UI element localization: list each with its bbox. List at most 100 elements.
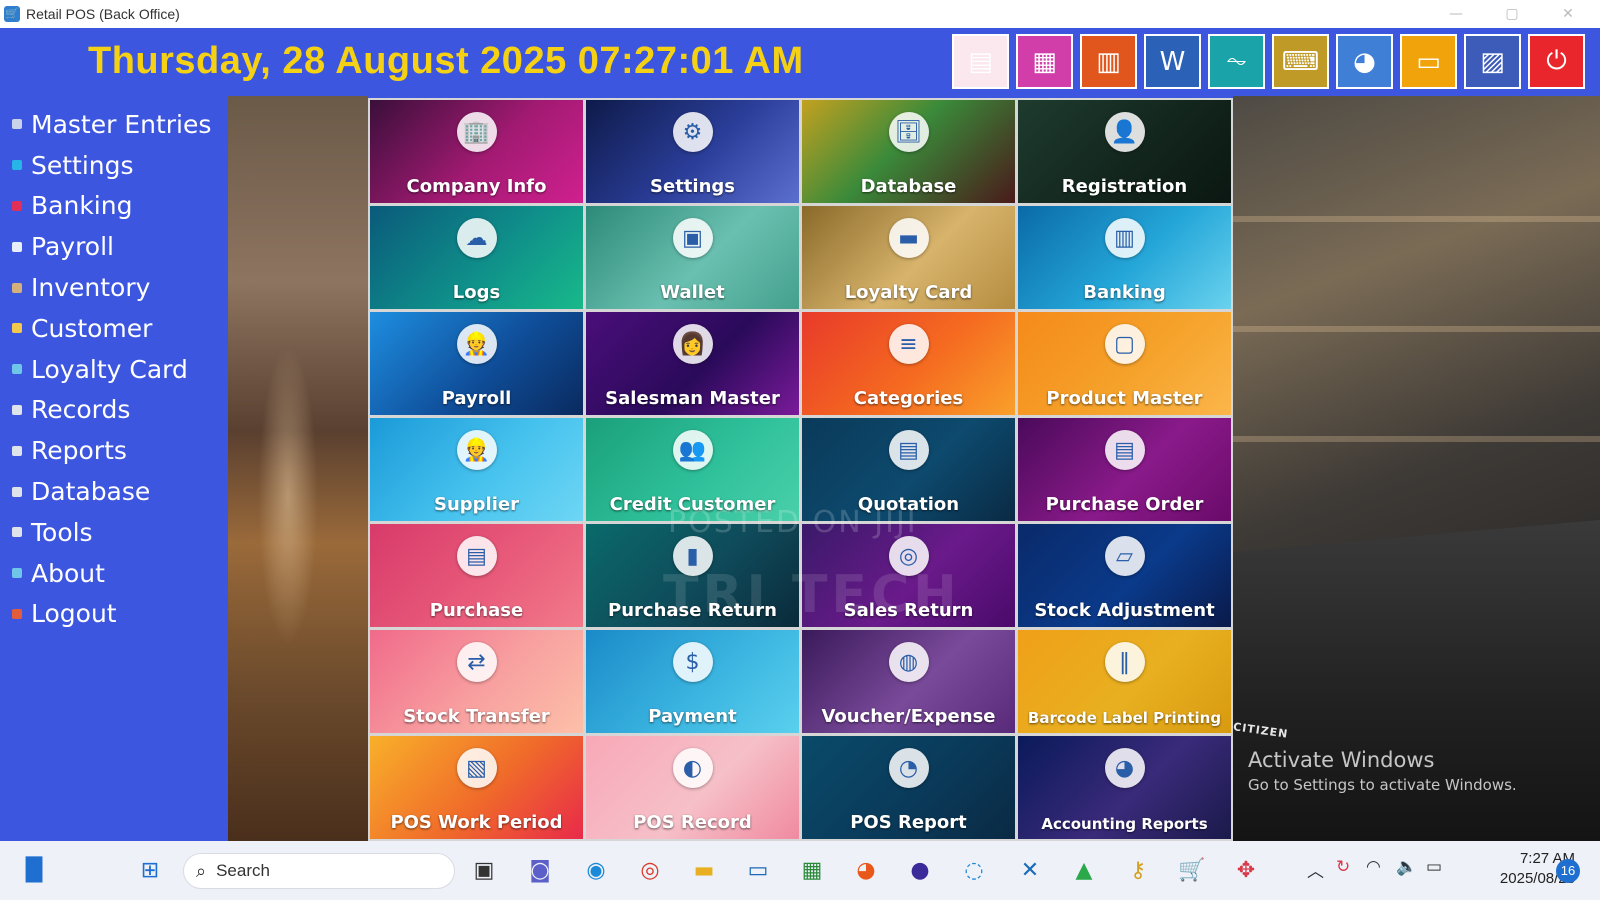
tile-supplier[interactable]: 👷 Supplier [370,418,583,521]
tile-logs[interactable]: ☁ Logs [370,206,583,309]
menu-bullet-icon [12,486,22,497]
file-explorer-icon[interactable]: ▬ [686,852,722,888]
menu-bullet-icon [12,282,22,293]
tile-database[interactable]: 🗄 Database [802,100,1015,203]
presentation-button[interactable]: ▭ [1400,34,1457,89]
payment-icon: $ [672,642,713,682]
sidebar-item-records[interactable]: Records [0,390,228,431]
tile-voucher-expense[interactable]: ◍ Voucher/Expense [802,630,1015,733]
tile-pos-work-period[interactable]: ▧ POS Work Period [370,736,583,839]
logs-icon: ☁ [456,218,497,258]
tile-company-info[interactable]: 🏢 Company Info [370,100,583,203]
tile-purchase[interactable]: ▤ Purchase [370,524,583,627]
chrome-browser-icon[interactable]: ◎ [632,852,668,888]
credit-customer-icon: 👥 [672,430,713,470]
database-icon: 🗄 [888,112,929,152]
sidebar-item-banking[interactable]: Banking [0,186,228,227]
power-icon: ⏻ [1546,46,1567,76]
sidebar-item-settings[interactable]: Settings [0,145,228,186]
tile-settings[interactable]: ⚙ Settings [586,100,799,203]
edge-browser-icon[interactable]: ◉ [578,852,614,888]
notepad-button[interactable]: ▤ [952,34,1009,89]
presentation-icon: ▭ [1416,46,1441,77]
tile-salesman-master[interactable]: 👩 Salesman Master [586,312,799,415]
stock-transfer-icon: ⇄ [456,642,497,682]
sidebar-item-reports[interactable]: Reports [0,430,228,471]
tile-payroll[interactable]: 👷 Payroll [370,312,583,415]
paint-icon: ◕ [1353,46,1376,77]
search-placeholder: Search [216,861,270,880]
sidebar-item-tools[interactable]: Tools [0,512,228,553]
monitor-button[interactable]: ⏦ [1208,34,1265,89]
quick-launch-toolbar: ▤ ▦ ▥ W ⏦ ⌨ ◕ ▭ ▨ ⏻ [952,34,1585,89]
tile-label: Salesman Master [605,388,780,409]
sidebar-item-inventory[interactable]: Inventory [0,267,228,308]
start-button[interactable]: ⊞ [132,852,168,888]
volume-icon[interactable]: 🔈 [1396,857,1417,877]
sidebar-item-loyalty-card[interactable]: Loyalty Card [0,349,228,390]
sidebar-item-customer[interactable]: Customer [0,308,228,349]
tile-registration[interactable]: 👤 Registration [1018,100,1231,203]
maximize-button[interactable]: ▢ [1484,0,1540,28]
taskbar-search[interactable]: ⌕ Search [183,853,455,889]
wifi-icon[interactable]: ◠ [1366,857,1381,877]
tile-pos-record[interactable]: ◐ POS Record [586,736,799,839]
power-button[interactable]: ⏻ [1528,34,1585,89]
notification-badge[interactable]: 16 [1556,859,1580,883]
tile-wallet[interactable]: ▣ Wallet [586,206,799,309]
calculator-button[interactable]: ▦ [1016,34,1073,89]
header-bar: Thursday, 28 August 2025 07:27:01 AM ▤ ▦ ▥… [0,28,1600,96]
report-viewer-button[interactable]: ▨ [1464,34,1521,89]
drive-icon[interactable]: ▲ [1066,852,1102,888]
activity-monitor-icon: ⏦ [1225,46,1248,76]
tray-overflow-icon[interactable]: ︿ [1307,857,1324,882]
tile-banking[interactable]: ▥ Banking [1018,206,1231,309]
company-icon: 🏢 [456,112,497,152]
task-view-icon[interactable]: ▣ [466,852,502,888]
keyboard-icon: ⌨ [1281,46,1320,77]
tile-categories[interactable]: ≡ Categories [802,312,1015,415]
store-icon[interactable]: ▦ [794,852,830,888]
tile-pos-report[interactable]: ◔ POS Report [802,736,1015,839]
tile-loyalty-card[interactable]: ▬ Loyalty Card [802,206,1015,309]
firefox-icon[interactable]: ◕ [848,852,884,888]
key-app-icon[interactable]: ⚷ [1120,852,1156,888]
sidebar-item-database[interactable]: Database [0,471,228,512]
pos-cart-icon[interactable]: 🛒 [1174,852,1210,888]
product-icon: ▢ [1104,324,1145,364]
sidebar-item-label: About [31,558,105,588]
banking-icon: ▥ [1104,218,1145,258]
sidebar-item-label: Logout [31,599,117,629]
sidebar-item-master-entries[interactable]: Master Entries [0,104,228,145]
minimize-button[interactable]: — [1428,0,1484,28]
close-button[interactable]: ✕ [1540,0,1596,28]
media-app-icon[interactable]: ● [902,852,938,888]
tools-app-icon[interactable]: ✕ [1012,852,1048,888]
tile-barcode-label-printing[interactable]: ‖ Barcode Label Printing [1018,630,1231,733]
sidebar-item-payroll[interactable]: Payroll [0,226,228,267]
tile-purchase-order[interactable]: ▤ Purchase Order [1018,418,1231,521]
paint-button[interactable]: ◕ [1336,34,1393,89]
sync-status-icon[interactable]: ↻ [1336,857,1350,877]
tile-accounting-reports[interactable]: ◕ Accounting Reports [1018,736,1231,839]
network-tool-icon[interactable]: ✥ [1228,852,1264,888]
notes-button[interactable]: ▥ [1080,34,1137,89]
tile-product-master[interactable]: ▢ Product Master [1018,312,1231,415]
sync-app-icon[interactable]: ◌ [956,852,992,888]
sidebar-item-logout[interactable]: Logout [0,594,228,635]
chat-icon[interactable]: ◙ [522,852,558,888]
menu-bullet-icon [12,119,22,130]
keyboard-button[interactable]: ⌨ [1272,34,1329,89]
notes-icon: ▥ [1096,46,1121,77]
battery-icon[interactable]: ▭ [1426,857,1442,877]
widgets-icon[interactable]: ▐▌ [16,852,52,888]
tile-label: Product Master [1046,388,1203,409]
sidebar-item-about[interactable]: About [0,553,228,594]
menu-bullet-icon [12,323,22,334]
tile-payment[interactable]: $ Payment [586,630,799,733]
tile-stock-adjustment[interactable]: ▱ Stock Adjustment [1018,524,1231,627]
tile-stock-transfer[interactable]: ⇄ Stock Transfer [370,630,583,733]
remote-desktop-icon[interactable]: ▭ [740,852,776,888]
word-button[interactable]: W [1144,34,1201,89]
tile-label: Banking [1083,282,1166,303]
